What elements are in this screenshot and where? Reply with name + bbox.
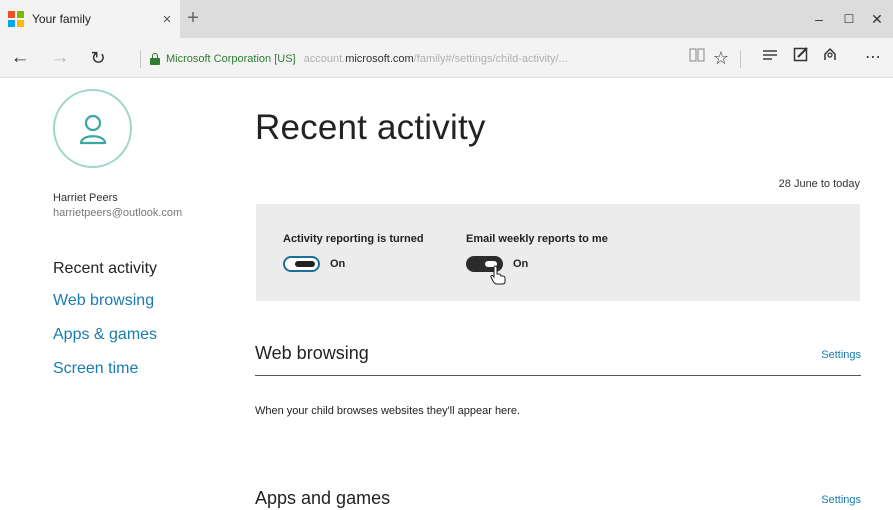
url-field[interactable]: Microsoft Corporation [US] account. micr… <box>150 50 685 68</box>
apps-games-settings-link[interactable]: Settings <box>821 494 861 506</box>
refresh-button[interactable]: ↻ <box>84 46 112 70</box>
tab-title: Your family <box>32 12 91 26</box>
sidebar-item-recent-activity[interactable]: Recent activity <box>53 260 157 278</box>
microsoft-logo-icon <box>8 11 24 27</box>
new-tab-button[interactable]: + <box>181 7 205 31</box>
url-path: /family#/settings/child-activity/... <box>413 53 568 65</box>
url-organization: Microsoft Corporation [US] <box>166 53 296 65</box>
apps-games-heading: Apps and games <box>255 488 391 508</box>
browser-tab[interactable]: Your family × <box>0 0 180 38</box>
tab-bar: Your family × + – ☐ ✕ <box>0 0 893 38</box>
settings-panel: Activity reporting is turned On Email we… <box>256 204 860 301</box>
forward-button[interactable]: → <box>46 46 74 70</box>
activity-reporting-setting: Activity reporting is turned On <box>283 233 424 272</box>
activity-reporting-toggle[interactable] <box>283 256 320 272</box>
date-range: 28 June to today <box>778 178 860 190</box>
address-bar: ← → ↻ Microsoft Corporation [US] account… <box>0 38 893 78</box>
web-browsing-settings-link[interactable]: Settings <box>821 349 861 361</box>
web-browsing-heading: Web browsing <box>255 343 369 363</box>
web-browsing-empty-message: When your child browses websites they'll… <box>255 405 521 417</box>
hand-cursor-icon <box>490 265 506 285</box>
setting-label: Email weekly reports to me <box>466 233 608 245</box>
sidebar-item-screen-time[interactable]: Screen time <box>53 360 138 378</box>
user-email: harrietpeers@outlook.com <box>53 207 183 219</box>
toolbar-divider <box>140 50 141 68</box>
minimize-button[interactable]: – <box>805 8 833 30</box>
close-window-button[interactable]: ✕ <box>863 8 891 30</box>
toggle-state: On <box>513 258 529 270</box>
setting-label: Activity reporting is turned <box>283 233 424 245</box>
person-icon <box>79 114 106 144</box>
user-name: Harriet Peers <box>53 192 118 204</box>
sidebar-item-web-browsing[interactable]: Web browsing <box>53 292 154 310</box>
reading-view-icon[interactable] <box>684 46 710 70</box>
favorite-star-icon[interactable]: ☆ <box>708 46 734 70</box>
back-button[interactable]: ← <box>6 46 34 70</box>
url-prefix: account. <box>303 53 346 65</box>
hub-icon[interactable] <box>757 46 783 70</box>
lock-icon <box>150 53 160 65</box>
avatar <box>53 89 132 168</box>
web-note-icon[interactable] <box>788 46 814 70</box>
url-host: microsoft.com <box>345 53 414 65</box>
more-icon[interactable]: ⋯ <box>860 46 886 70</box>
email-reports-setting: Email weekly reports to me On <box>466 233 608 272</box>
page-title: Recent activity <box>255 108 486 147</box>
section-divider <box>255 375 861 376</box>
tab-close-icon[interactable]: × <box>156 11 178 28</box>
toolbar-divider <box>740 50 741 68</box>
maximize-button[interactable]: ☐ <box>835 8 863 30</box>
toggle-state: On <box>330 258 346 270</box>
sidebar-item-apps-games[interactable]: Apps & games <box>53 326 157 344</box>
share-icon[interactable] <box>817 46 843 70</box>
